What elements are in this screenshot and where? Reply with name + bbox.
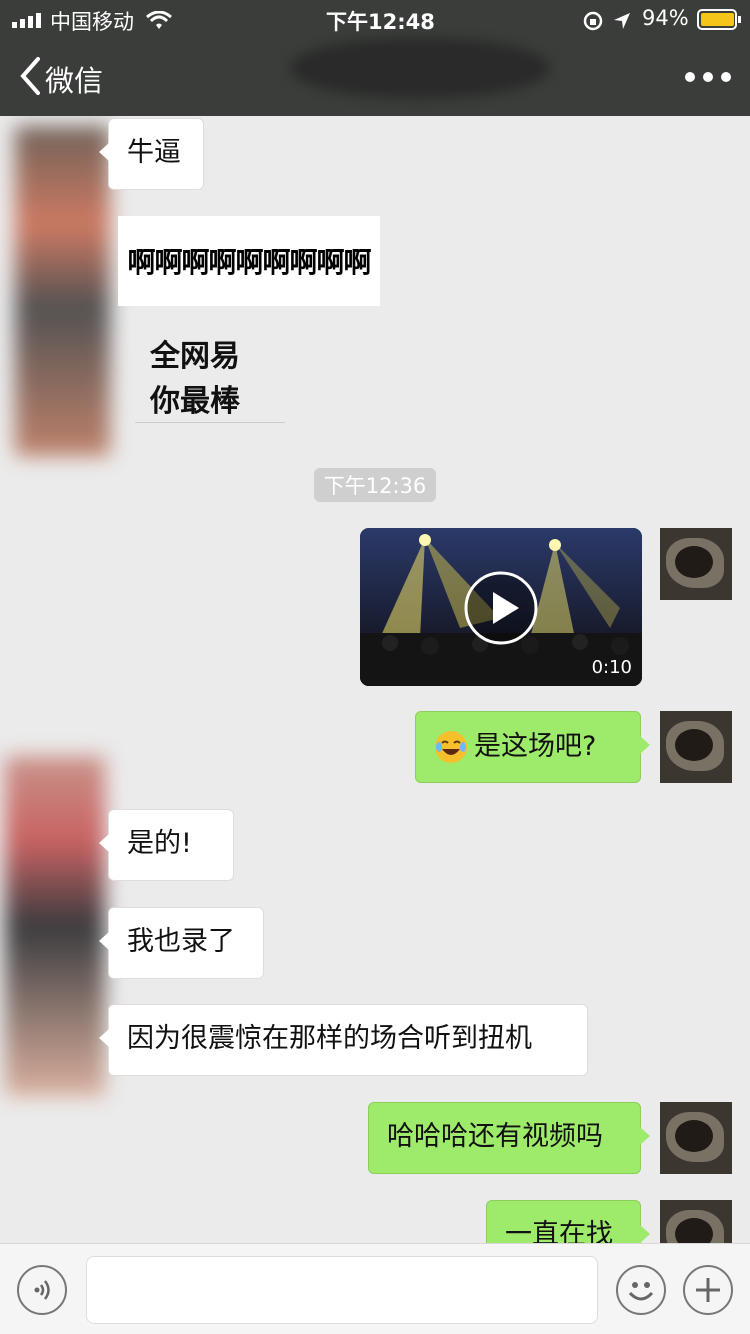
plus-icon [696, 1278, 720, 1302]
video-message[interactable]: 0:10 [360, 528, 642, 686]
chat-area[interactable]: 牛逼 啊啊啊啊啊啊啊啊啊 全网易 你最棒 下午12:36 0:10 是这场吧? … [0, 116, 750, 1243]
laughing-tears-emoji-icon [435, 731, 467, 763]
timestamp: 下午12:36 [314, 468, 436, 502]
input-bar [0, 1243, 750, 1334]
sticker-text: 全网易 [150, 339, 240, 374]
voice-input-button[interactable] [17, 1265, 67, 1315]
back-label[interactable]: 微信 [45, 58, 103, 100]
battery-icon [697, 9, 741, 30]
sticker-image[interactable]: 全网易 你最棒 [150, 334, 240, 424]
status-bar: 中国移动 下午12:48 94% [0, 0, 750, 38]
clock: 下午12:48 [326, 10, 435, 34]
carrier-name: 中国移动 [50, 10, 134, 34]
contact-avatar[interactable] [5, 756, 105, 1096]
own-avatar[interactable] [660, 528, 732, 600]
message-bubble-incoming[interactable]: 是的! [99, 809, 234, 881]
censor-smudge [290, 38, 550, 98]
rotation-lock-icon [583, 11, 603, 31]
emoji-button[interactable] [616, 1265, 666, 1315]
own-avatar[interactable] [660, 1200, 732, 1243]
divider [135, 422, 285, 423]
message-text: 因为很震惊在那样的场合听到扭机 [127, 1023, 532, 1054]
sticker-image[interactable]: 啊啊啊啊啊啊啊啊啊 [118, 216, 380, 306]
message-input[interactable] [86, 1256, 598, 1324]
location-icon [614, 13, 630, 29]
battery-percent: 94% [642, 6, 689, 30]
message-text: 我也录了 [127, 926, 235, 957]
video-duration: 0:10 [591, 657, 632, 678]
nav-bar: 微信 [0, 38, 750, 116]
own-avatar[interactable] [660, 1102, 732, 1174]
contact-avatar[interactable] [15, 126, 110, 456]
smiley-icon [628, 1282, 654, 1301]
message-bubble-outgoing[interactable]: 一直在找 [486, 1200, 650, 1243]
message-bubble-outgoing[interactable]: 是这场吧? [415, 711, 650, 783]
message-bubble-outgoing[interactable]: 哈哈哈还有视频吗 [368, 1102, 650, 1174]
voice-icon [34, 1280, 50, 1300]
message-text: 是这场吧? [474, 731, 597, 762]
message-text: 一直在找 [505, 1219, 613, 1243]
sticker-text: 你最棒 [150, 384, 240, 419]
message-text: 哈哈哈还有视频吗 [387, 1121, 603, 1152]
message-bubble-incoming[interactable]: 我也录了 [99, 907, 264, 979]
more-options-icon[interactable] [684, 58, 732, 96]
wifi-icon [146, 11, 172, 29]
signal-icon [12, 13, 41, 28]
own-avatar[interactable] [660, 711, 732, 783]
sticker-text: 啊啊啊啊啊啊啊啊啊 [127, 246, 371, 279]
message-text: 是的! [127, 828, 192, 859]
message-bubble-incoming[interactable]: 因为很震惊在那样的场合听到扭机 [99, 1004, 588, 1076]
play-icon[interactable] [463, 570, 539, 646]
message-bubble-incoming[interactable]: 牛逼 [99, 118, 204, 190]
message-text: 牛逼 [127, 137, 181, 168]
more-functions-button[interactable] [683, 1265, 733, 1315]
